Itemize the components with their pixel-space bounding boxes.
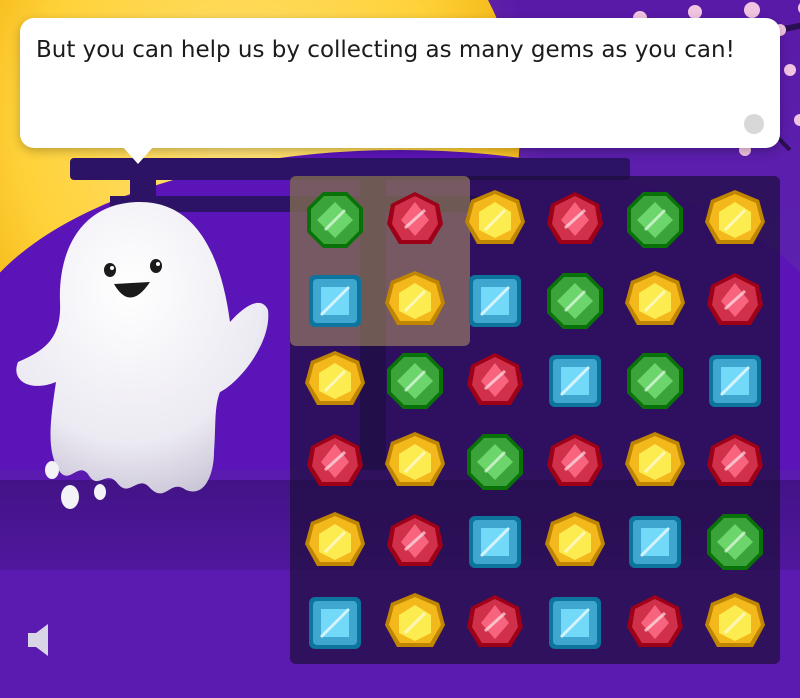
green-gem[interactable] — [623, 188, 687, 252]
blue-gem[interactable] — [463, 269, 527, 333]
yellow-gem[interactable] — [383, 430, 447, 494]
speaker-icon[interactable] — [26, 622, 52, 658]
blue-gem[interactable] — [623, 510, 687, 574]
red-gem[interactable] — [703, 269, 767, 333]
blue-gem[interactable] — [543, 591, 607, 655]
blue-gem[interactable] — [703, 349, 767, 413]
red-gem[interactable] — [543, 430, 607, 494]
red-gem[interactable] — [623, 591, 687, 655]
green-gem[interactable] — [543, 269, 607, 333]
green-gem[interactable] — [463, 430, 527, 494]
blue-gem[interactable] — [303, 269, 367, 333]
yellow-gem[interactable] — [383, 269, 447, 333]
yellow-gem[interactable] — [463, 188, 527, 252]
red-gem[interactable] — [463, 591, 527, 655]
yellow-gem[interactable] — [383, 591, 447, 655]
ghost-character — [16, 202, 269, 509]
red-gem[interactable] — [383, 510, 447, 574]
next-dot-icon[interactable] — [744, 114, 764, 134]
blue-gem[interactable] — [303, 591, 367, 655]
yellow-gem[interactable] — [703, 591, 767, 655]
green-gem[interactable] — [303, 188, 367, 252]
green-gem[interactable] — [703, 510, 767, 574]
blue-gem[interactable] — [543, 349, 607, 413]
yellow-gem[interactable] — [623, 430, 687, 494]
red-gem[interactable] — [303, 430, 367, 494]
red-gem[interactable] — [543, 188, 607, 252]
yellow-gem[interactable] — [543, 510, 607, 574]
red-gem[interactable] — [463, 349, 527, 413]
dialog-text: But you can help us by collecting as man… — [36, 37, 735, 63]
yellow-gem[interactable] — [703, 188, 767, 252]
yellow-gem[interactable] — [303, 510, 367, 574]
green-gem[interactable] — [623, 349, 687, 413]
dialog-bubble[interactable]: But you can help us by collecting as man… — [20, 18, 780, 148]
dialog-bubble-tail — [122, 146, 154, 164]
red-gem[interactable] — [703, 430, 767, 494]
red-gem[interactable] — [383, 188, 447, 252]
yellow-gem[interactable] — [303, 349, 367, 413]
green-gem[interactable] — [383, 349, 447, 413]
yellow-gem[interactable] — [623, 269, 687, 333]
blue-gem[interactable] — [463, 510, 527, 574]
